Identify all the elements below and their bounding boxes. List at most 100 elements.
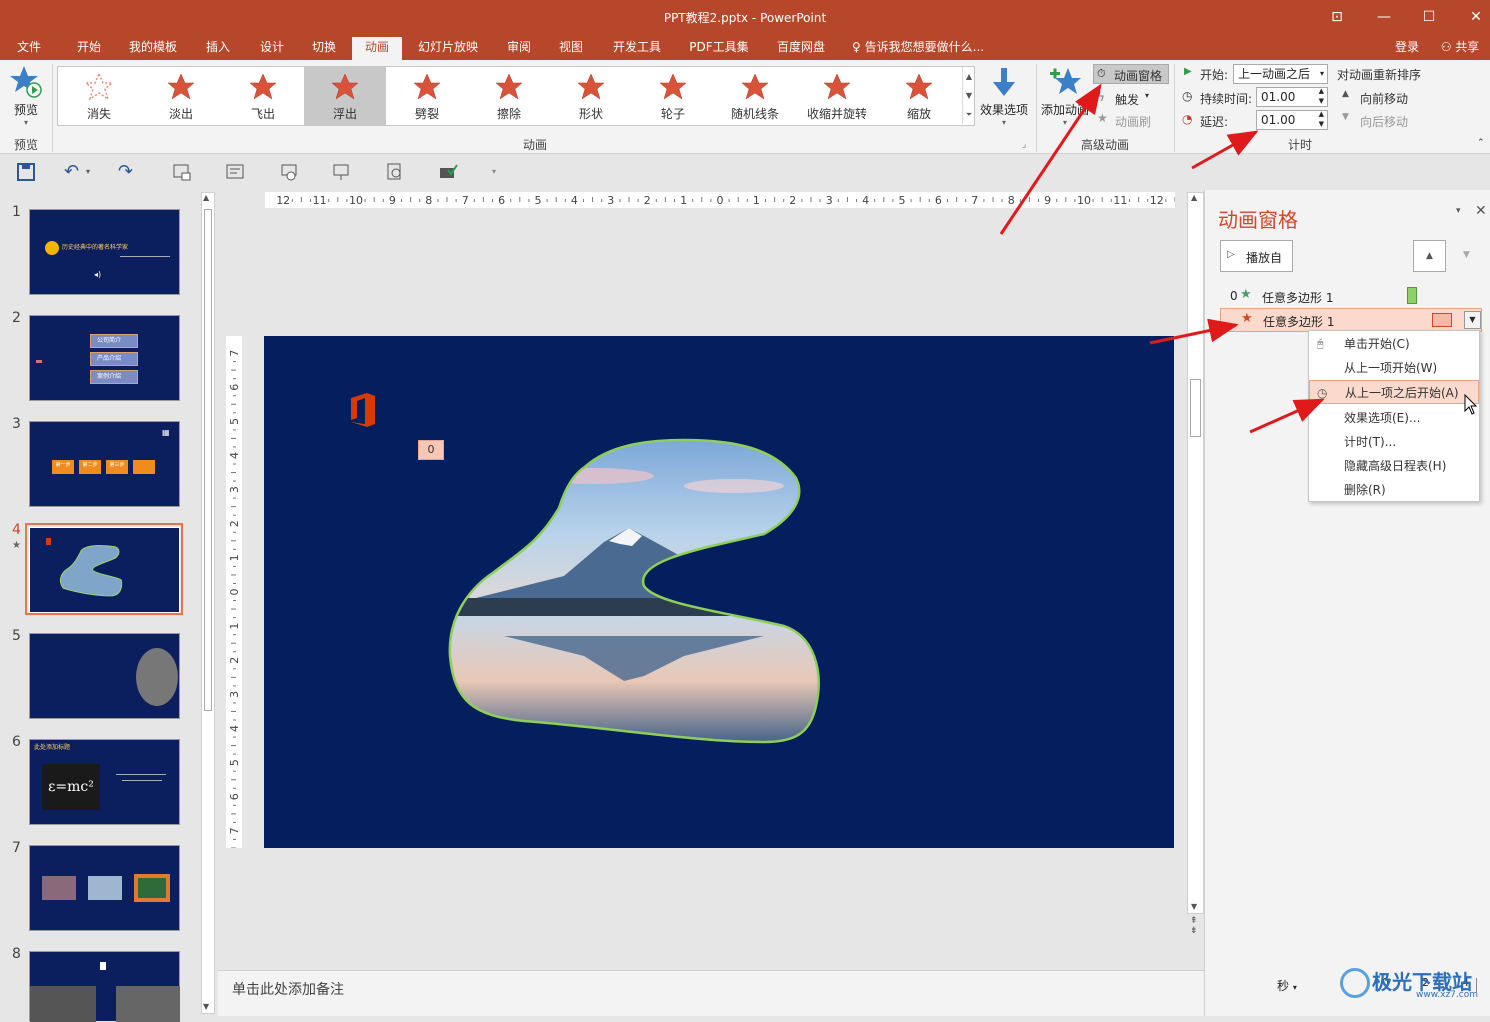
animation-effect-label: 淡出 — [168, 107, 193, 121]
tab-my-templates[interactable]: 我的模板 — [122, 37, 184, 60]
animation-effect-3[interactable]: 浮出 — [304, 67, 386, 125]
slide-thumbnail-4[interactable] — [29, 527, 180, 613]
tab-view[interactable]: 视图 — [552, 37, 590, 60]
slide-thumbnail-6[interactable]: 此处添加标题 ε=mc² — [29, 739, 180, 825]
animation-effect-1[interactable]: 淡出 — [140, 67, 222, 125]
play-from-button[interactable]: ▷ 播放自 — [1220, 240, 1293, 272]
scroll-thumb[interactable] — [1190, 379, 1201, 437]
collapse-ribbon-icon[interactable]: ⌃ — [1477, 138, 1485, 148]
animation-effect-8[interactable]: 随机线条 — [714, 67, 796, 125]
scroll-down-icon[interactable]: ▼ — [203, 1002, 209, 1011]
gallery-up-icon[interactable]: ▲ — [962, 67, 975, 86]
move-up-button[interactable]: ▲ — [1413, 240, 1446, 272]
slide-thumbnail-2[interactable]: 公司简介 产品介绍 案例介绍 — [29, 315, 180, 401]
animation-effect-7[interactable]: 轮子 — [632, 67, 714, 125]
move-earlier-button[interactable]: ▲ 向前移动 — [1342, 88, 1422, 106]
animation-effect-5[interactable]: 擦除 — [468, 67, 550, 125]
thumbnail-scrollbar[interactable]: ▲ ▼ — [201, 192, 215, 1014]
current-slide[interactable]: 0 — [264, 336, 1174, 848]
animation-effect-4[interactable]: 劈裂 — [386, 67, 468, 125]
from-beginning-icon[interactable] — [279, 162, 299, 182]
minimize-icon[interactable]: — — [1373, 6, 1395, 28]
prev-next-slide-icon[interactable]: ⇞ ⇟ — [1190, 916, 1198, 936]
animation-order-badge[interactable]: 0 — [418, 440, 444, 460]
tab-animations[interactable]: 动画 — [352, 37, 402, 60]
start-select[interactable]: 上一动画之后 ▾ — [1233, 64, 1328, 84]
layout-icon[interactable] — [225, 162, 245, 182]
gallery-more-icon[interactable]: ⏷ — [962, 105, 975, 124]
duration-input[interactable]: 01.00 ▲ ▼ — [1256, 87, 1328, 107]
animation-effect-6[interactable]: 形状 — [550, 67, 632, 125]
maximize-icon[interactable]: ☐ — [1418, 6, 1440, 28]
new-slide-icon[interactable] — [172, 162, 192, 182]
present-icon[interactable] — [331, 162, 351, 182]
tab-transitions[interactable]: 切换 — [304, 37, 344, 60]
animation-effect-2[interactable]: 飞出 — [222, 67, 304, 125]
menu-click-start[interactable]: 🖰 单击开始(C) — [1309, 332, 1479, 356]
undo-icon[interactable]: ↶ — [64, 162, 84, 182]
tab-pdf-tools[interactable]: PDF工具集 — [682, 37, 756, 60]
customize-qat-icon[interactable]: ▾ — [492, 162, 512, 182]
scroll-down-icon[interactable]: ▼ — [1191, 902, 1197, 911]
item-dropdown-button[interactable]: ▼ — [1464, 311, 1481, 329]
slide-thumbnail-3[interactable]: 第一步 第二步 第三步 ▦ — [29, 421, 180, 507]
tab-insert[interactable]: 插入 — [198, 37, 238, 60]
tell-me-search[interactable]: ♀ 告诉我您想要做什么... — [852, 37, 1002, 60]
animation-effect-0[interactable]: 消失 — [58, 67, 140, 125]
animation-effect-9[interactable]: 收缩并旋转 — [796, 67, 878, 125]
slide-thumbnail-7[interactable] — [29, 845, 180, 931]
tab-developer[interactable]: 开发工具 — [606, 37, 668, 60]
close-icon[interactable]: ✕ — [1465, 6, 1487, 28]
spinner-arrows-icon[interactable]: ▲ ▼ — [1319, 109, 1324, 129]
tab-design[interactable]: 设计 — [252, 37, 292, 60]
slide-thumbnail-5[interactable] — [29, 633, 180, 719]
ribbon-display-options-icon[interactable]: ⊡ — [1326, 6, 1348, 28]
notes-pane[interactable]: 单击此处添加备注 — [218, 970, 1204, 1016]
menu-remove[interactable]: 删除(R) — [1309, 478, 1479, 502]
editor-scrollbar[interactable]: ▲ ▼ — [1187, 192, 1204, 914]
animation-painter-button[interactable]: ★ 动画刷 — [1095, 110, 1165, 130]
gallery-down-icon[interactable]: ▼ — [962, 86, 975, 105]
preview-button[interactable]: 预览 ▾ — [6, 64, 46, 130]
menu-with-previous[interactable]: 从上一项开始(W) — [1309, 356, 1479, 380]
tab-baidu-netdisk[interactable]: 百度网盘 — [770, 37, 832, 60]
scroll-thumb[interactable] — [204, 209, 212, 711]
animation-pane-button[interactable]: ⏱ 动画窗格 — [1093, 64, 1169, 84]
menu-timing[interactable]: 计时(T)... — [1309, 430, 1479, 454]
trigger-button[interactable]: ϟ 触发 ▾ — [1095, 88, 1165, 108]
timeline-unit[interactable]: 秒 ▾ — [1277, 977, 1297, 994]
tab-home[interactable]: 开始 — [68, 37, 110, 60]
login-button[interactable]: 登录 — [1386, 37, 1428, 60]
landscape-picture[interactable] — [264, 336, 1174, 848]
menu-label: 删除(R) — [1344, 483, 1386, 497]
slide-thumbnail-8[interactable] — [29, 951, 180, 1022]
slide-thumbnail-1[interactable]: 历史经典中的著名科学家 ◂) — [29, 209, 180, 295]
effect-options-button[interactable]: 效果选项 ▾ — [978, 66, 1030, 132]
share-button[interactable]: ⚇ 共享 — [1432, 37, 1488, 60]
dialog-launcher-icon[interactable]: ⌟ — [1022, 140, 1026, 150]
animation-list-item[interactable]: 0 ★ 任意多边形 1 — [1220, 286, 1482, 308]
save-icon[interactable] — [16, 162, 36, 182]
menu-after-previous[interactable]: ◷ 从上一项之后开始(A) — [1309, 380, 1479, 404]
undo-dropdown-icon[interactable]: ▾ — [86, 162, 106, 182]
delay-input[interactable]: 01.00 ▲ ▼ — [1256, 110, 1328, 130]
photo-image — [88, 876, 122, 900]
menu-hide-timeline[interactable]: 隐藏高级日程表(H) — [1309, 454, 1479, 478]
print-preview-icon[interactable] — [385, 162, 405, 182]
menu-effect-options[interactable]: 效果选项(E)... — [1309, 406, 1479, 430]
scroll-up-icon[interactable]: ▲ — [1191, 193, 1197, 202]
spell-check-icon[interactable] — [438, 162, 458, 182]
redo-icon[interactable]: ↷ — [118, 162, 138, 182]
animation-effect-10[interactable]: 缩放 — [878, 67, 960, 125]
spinner-arrows-icon[interactable]: ▲ ▼ — [1319, 86, 1324, 106]
tab-slideshow[interactable]: 幻灯片放映 — [412, 37, 484, 60]
tab-file[interactable]: 文件 — [8, 37, 50, 60]
add-animation-button[interactable]: 添加动画 ▾ — [1040, 66, 1090, 132]
pane-options-icon[interactable]: ▾ — [1456, 206, 1461, 216]
close-pane-icon[interactable]: ✕ — [1475, 203, 1487, 219]
move-later-button[interactable]: ▼ 向后移动 — [1342, 111, 1422, 129]
animation-list-item-selected[interactable]: ★ 任意多边形 1 ▼ — [1220, 308, 1482, 332]
scroll-up-icon[interactable]: ▲ — [203, 193, 209, 202]
tab-review[interactable]: 审阅 — [500, 37, 538, 60]
move-down-button[interactable]: ▼ — [1450, 240, 1483, 272]
